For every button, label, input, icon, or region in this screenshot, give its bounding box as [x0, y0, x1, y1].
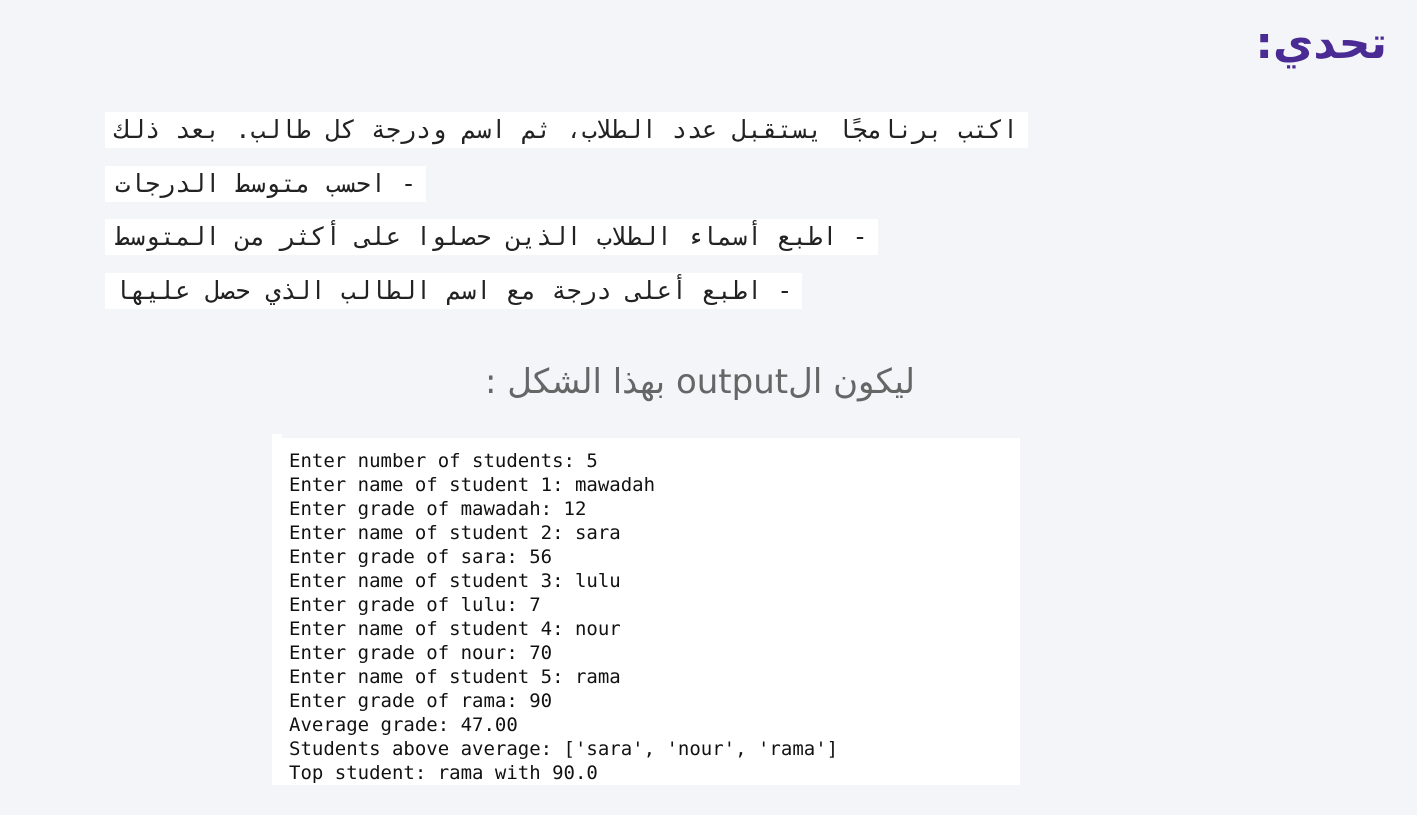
- page-title: تحدي:: [1255, 18, 1387, 69]
- console-line: Enter name of student 1: mawadah: [289, 474, 656, 496]
- console-line: Enter grade of nour: 70: [289, 642, 553, 664]
- console-line: Students above average: ['sara', 'nour',…: [289, 738, 839, 760]
- task-line-text: - احسب متوسط الدرجات: [105, 165, 427, 202]
- task-line: - اطبع أسماء الطلاب الذين حصلوا على أكثر…: [105, 219, 1195, 255]
- task-line-text: - اطبع أعلى درجة مع اسم الطالب الذي حصل …: [105, 272, 803, 309]
- console-corner: [272, 434, 282, 440]
- console-line: Enter grade of mawadah: 12: [289, 498, 587, 520]
- console-line: Enter grade of sara: 56: [289, 546, 553, 568]
- console-line: Average grade: 47.00: [289, 714, 518, 736]
- console-output: Enter number of students: 5 Enter name o…: [272, 434, 1020, 785]
- task-line: اكتب برنامجًا يستقبل عدد الطلاب، ثم اسم …: [105, 112, 1195, 148]
- console-line: Enter name of student 3: lulu: [289, 570, 621, 592]
- task-line: - احسب متوسط الدرجات: [105, 165, 1195, 202]
- task-description: اكتب برنامجًا يستقبل عدد الطلاب، ثم اسم …: [105, 112, 1195, 326]
- console-line: Enter name of student 2: sara: [289, 522, 621, 544]
- task-line: - اطبع أعلى درجة مع اسم الطالب الذي حصل …: [105, 272, 1195, 309]
- console-line: Top student: rama with 90.0: [289, 762, 598, 784]
- console-line: Enter number of students: 5: [289, 450, 598, 472]
- output-label: ليكون الoutput بهذا الشكل :: [484, 362, 915, 402]
- task-line-text: اكتب برنامجًا يستقبل عدد الطلاب، ثم اسم …: [105, 112, 1029, 148]
- task-line-text: - اطبع أسماء الطلاب الذين حصلوا على أكثر…: [105, 219, 878, 255]
- console-line: Enter name of student 4: nour: [289, 618, 621, 640]
- console-line: Enter grade of rama: 90: [289, 690, 553, 712]
- console-line: Enter grade of lulu: 7: [289, 594, 541, 616]
- console-line: Enter name of student 5: rama: [289, 666, 621, 688]
